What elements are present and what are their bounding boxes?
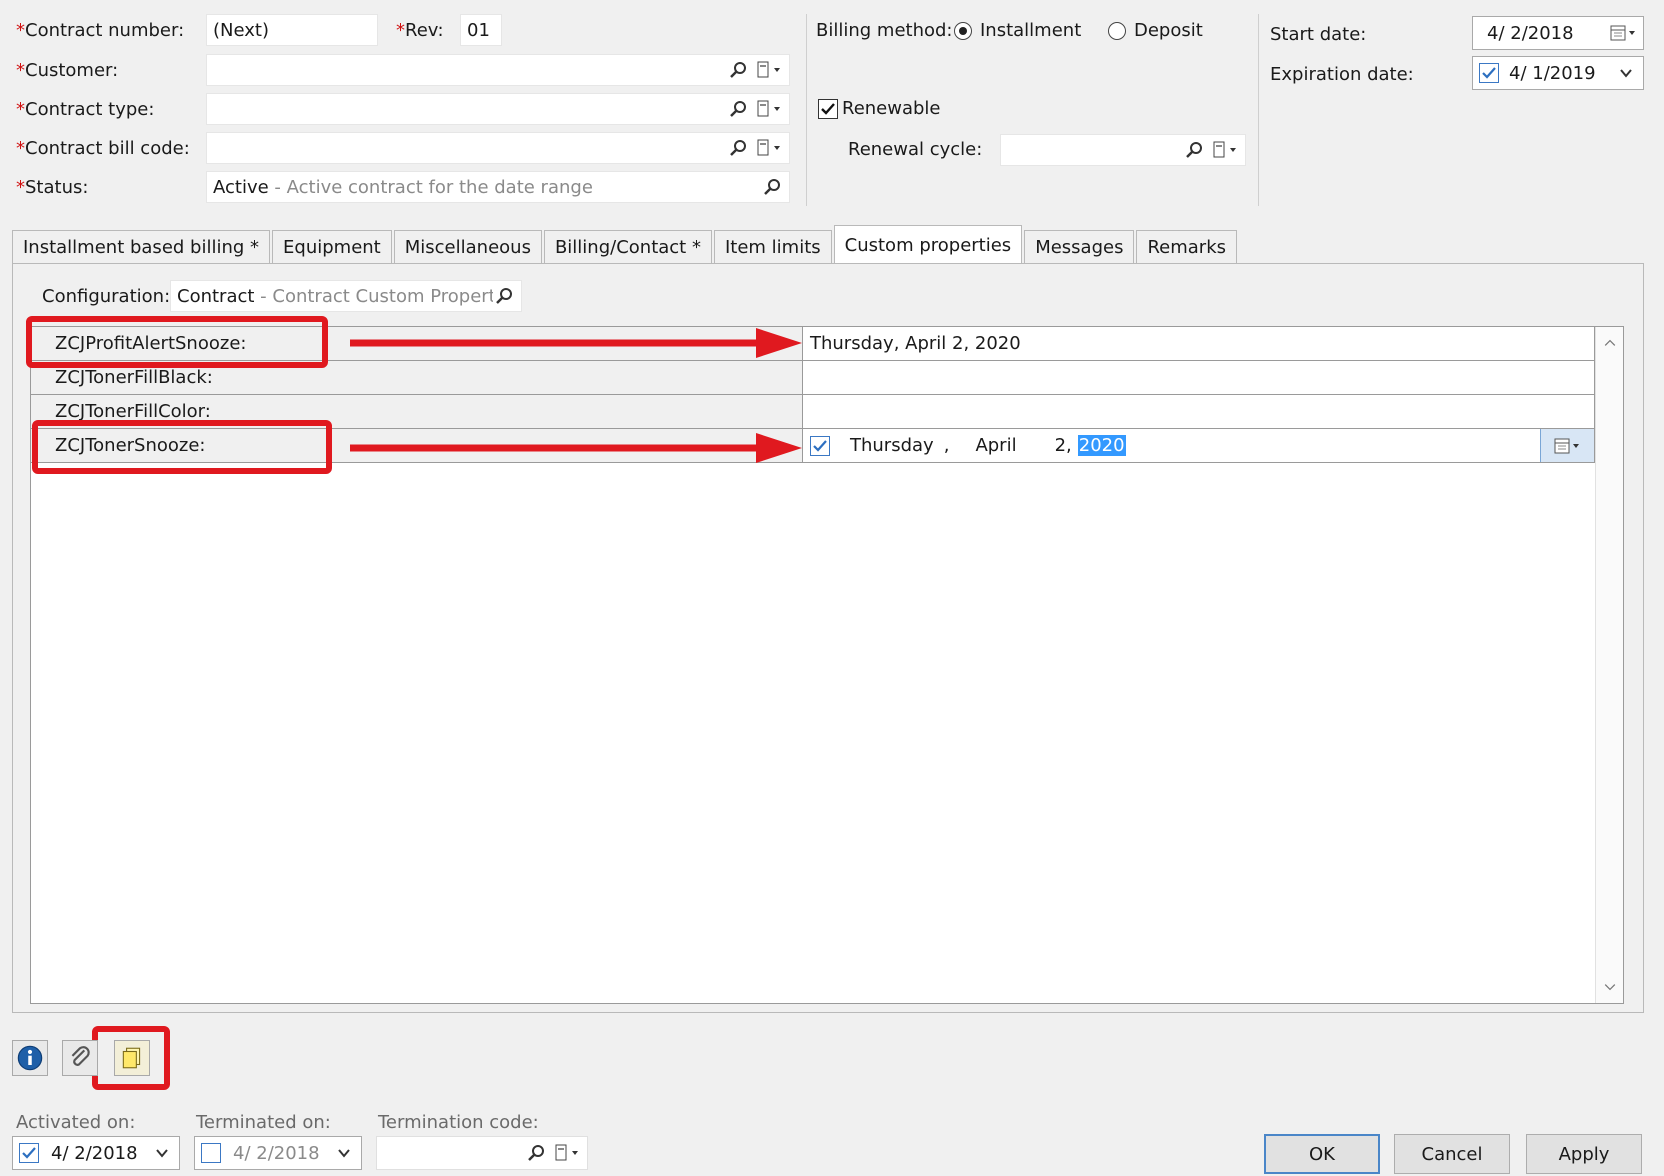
table-row[interactable]: ZCJTonerFillColor: xyxy=(31,395,1595,429)
customer-field[interactable] xyxy=(206,54,790,86)
contract-bill-code-label: *Contract bill code: xyxy=(16,138,190,159)
date-separator: , xyxy=(943,435,950,456)
header-separator xyxy=(806,14,807,206)
status-label: *Status: xyxy=(16,177,89,198)
search-icon[interactable] xyxy=(727,137,749,159)
rev-field[interactable]: 01 xyxy=(460,14,502,46)
chevron-down-icon[interactable] xyxy=(1600,977,1620,997)
search-icon[interactable] xyxy=(493,285,515,307)
tab-messages[interactable]: Messages xyxy=(1024,230,1135,264)
chevron-up-icon[interactable] xyxy=(1600,333,1620,353)
renewal-cycle-field[interactable] xyxy=(1000,134,1246,166)
activated-on-label: Activated on: xyxy=(16,1112,136,1133)
terminated-on-picker[interactable]: 4/ 2/2018 xyxy=(194,1136,362,1170)
date-day[interactable]: 2, xyxy=(1055,435,1072,456)
table-row[interactable]: ZCJProfitAlertSnooze: Thursday, April 2,… xyxy=(31,327,1595,361)
chevron-down-icon[interactable] xyxy=(333,1142,355,1164)
search-icon[interactable] xyxy=(525,1142,547,1164)
record-menu-icon[interactable] xyxy=(755,137,785,159)
tab-billing-contact[interactable]: Billing/Contact * xyxy=(543,230,712,264)
status-description: - Active contract for the date range xyxy=(268,176,593,198)
expiration-date-label: Expiration date: xyxy=(1270,64,1414,85)
checkbox-icon[interactable] xyxy=(201,1143,221,1163)
termination-code-label: Termination code: xyxy=(378,1112,539,1133)
property-name: ZCJTonerSnooze: xyxy=(31,429,803,462)
billing-deposit-radio[interactable]: Deposit xyxy=(1108,20,1203,41)
checkmark-icon xyxy=(818,98,838,119)
property-name: ZCJTonerFillBlack: xyxy=(31,361,803,394)
info-icon[interactable] xyxy=(12,1040,48,1076)
record-menu-icon[interactable] xyxy=(755,98,785,120)
custom-properties-grid: ZCJProfitAlertSnooze: Thursday, April 2,… xyxy=(30,326,1624,1004)
rev-label: *Rev: xyxy=(396,20,444,41)
tab-remarks[interactable]: Remarks xyxy=(1136,230,1238,264)
search-icon[interactable] xyxy=(727,59,749,81)
contract-number-field[interactable]: (Next) xyxy=(206,14,378,46)
terminated-on-label: Terminated on: xyxy=(196,1112,331,1133)
start-date-picker[interactable]: 4/ 2/2018 xyxy=(1472,16,1644,50)
radio-unselected-icon xyxy=(1108,21,1126,40)
record-menu-icon[interactable] xyxy=(553,1142,583,1164)
contract-type-label: *Contract type: xyxy=(16,99,155,120)
property-value[interactable] xyxy=(804,395,1595,428)
date-month[interactable]: April xyxy=(975,435,1016,456)
renewable-checkbox[interactable]: Renewable xyxy=(818,98,941,119)
contract-type-field[interactable] xyxy=(206,93,790,125)
status-value: Active xyxy=(213,176,269,198)
status-field[interactable]: Active - Active contract for the date ra… xyxy=(206,171,790,203)
cancel-button[interactable]: Cancel xyxy=(1394,1134,1510,1174)
chevron-down-icon[interactable] xyxy=(151,1142,173,1164)
radio-selected-icon xyxy=(954,21,972,40)
billing-method-label: Billing method: xyxy=(816,20,953,41)
ok-button[interactable]: OK xyxy=(1264,1134,1380,1174)
search-icon[interactable] xyxy=(761,176,783,198)
configuration-field[interactable]: Contract - Contract Custom Properties xyxy=(170,280,522,312)
apply-button[interactable]: Apply xyxy=(1526,1134,1642,1174)
checkmark-icon[interactable] xyxy=(19,1143,39,1163)
tab-item-limits[interactable]: Item limits xyxy=(713,230,832,264)
search-icon[interactable] xyxy=(1183,139,1205,161)
calendar-icon[interactable] xyxy=(1540,429,1594,462)
checkmark-icon[interactable] xyxy=(810,435,830,456)
contract-bill-code-field[interactable] xyxy=(206,132,790,164)
renewal-cycle-label: Renewal cycle: xyxy=(848,139,983,160)
expiration-date-picker[interactable]: 4/ 1/2019 xyxy=(1472,56,1644,90)
checkmark-icon[interactable] xyxy=(1479,63,1499,83)
record-menu-icon[interactable] xyxy=(1211,139,1241,161)
chevron-down-icon[interactable] xyxy=(1615,62,1637,84)
configuration-label: Configuration: xyxy=(42,286,171,307)
table-row[interactable]: ZCJTonerFillBlack: xyxy=(31,361,1595,395)
activated-on-picker[interactable]: 4/ 2/2018 xyxy=(12,1136,180,1170)
header-separator xyxy=(1258,14,1259,206)
date-year[interactable]: 2020 xyxy=(1077,435,1126,456)
property-value[interactable]: Thursday, April 2, 2020 xyxy=(804,327,1595,360)
date-weekday[interactable]: Thursday xyxy=(850,435,934,456)
termination-code-field[interactable] xyxy=(376,1136,588,1170)
tab-miscellaneous[interactable]: Miscellaneous xyxy=(393,230,542,264)
contract-number-label: *Contract number: xyxy=(16,20,185,41)
tab-installment-billing[interactable]: Installment based billing * xyxy=(12,230,271,264)
table-row[interactable]: ZCJTonerSnooze: Thursday , April 2, 2020 xyxy=(31,429,1595,463)
customer-label: *Customer: xyxy=(16,60,119,81)
custom-properties-icon[interactable] xyxy=(114,1040,150,1076)
record-menu-icon[interactable] xyxy=(755,59,785,81)
date-editor[interactable]: Thursday , April 2, 2020 xyxy=(804,429,1595,462)
tab-strip: Installment based billing * Equipment Mi… xyxy=(12,225,1239,265)
property-name: ZCJProfitAlertSnooze: xyxy=(31,327,803,360)
property-value[interactable] xyxy=(804,361,1595,394)
property-name: ZCJTonerFillColor: xyxy=(31,395,803,428)
start-date-label: Start date: xyxy=(1270,24,1367,45)
tab-equipment[interactable]: Equipment xyxy=(272,230,392,264)
search-icon[interactable] xyxy=(727,98,749,120)
tab-custom-properties[interactable]: Custom properties xyxy=(833,225,1023,265)
attachment-icon[interactable] xyxy=(62,1040,98,1076)
grid-scrollbar[interactable] xyxy=(1595,327,1623,1003)
billing-installment-radio[interactable]: Installment xyxy=(954,20,1081,41)
calendar-icon[interactable] xyxy=(1609,22,1639,44)
